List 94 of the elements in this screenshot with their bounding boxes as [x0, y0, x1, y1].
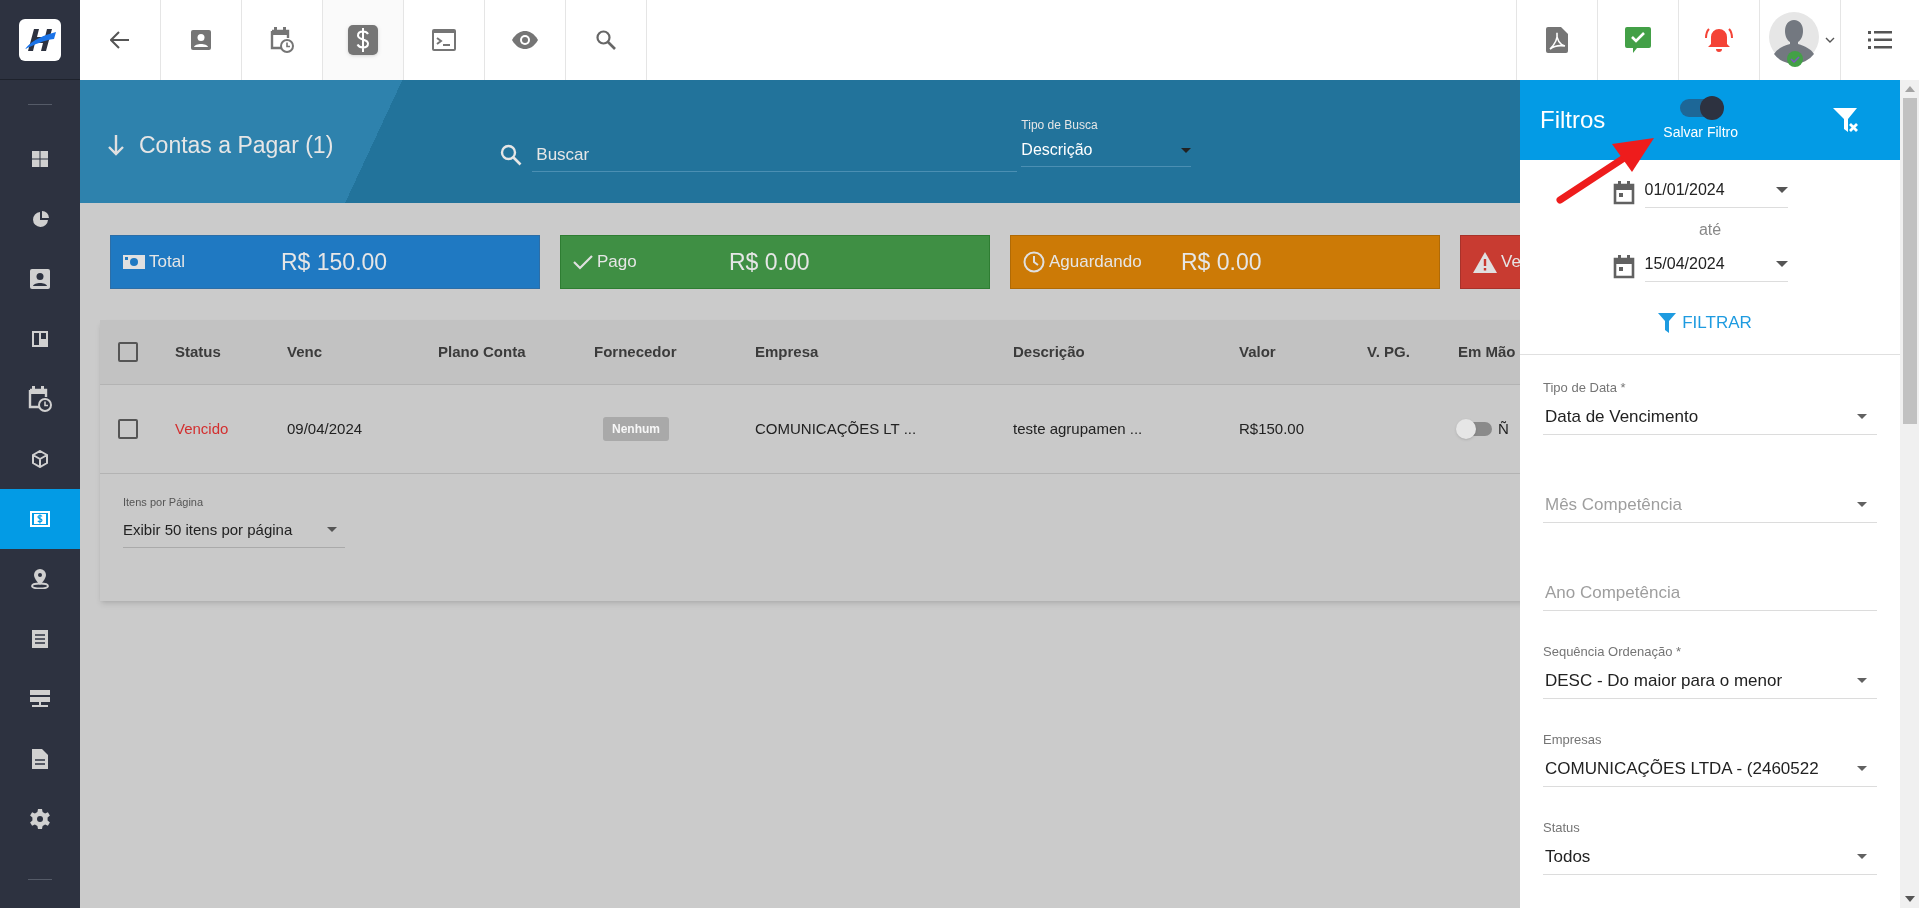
column-header: Plano Conta [438, 341, 527, 362]
save-filter-label: Salvar Filtro [1663, 123, 1739, 142]
date-field[interactable]: 15/04/2024 [1644, 252, 1788, 282]
calendar-icon [1612, 255, 1635, 279]
receipt-icon [32, 630, 48, 648]
cube-icon [31, 450, 49, 468]
dropdown-arrow-icon [1857, 678, 1867, 683]
eye-icon[interactable] [511, 31, 539, 49]
input-field[interactable]: Ano Competência [1545, 579, 1867, 606]
scrollbar-thumb[interactable] [1902, 98, 1917, 424]
banknote-icon [123, 255, 145, 269]
select-field[interactable]: Todos [1543, 839, 1877, 875]
date-field[interactable]: 01/01/2024 [1644, 178, 1788, 208]
clear-filter-icon[interactable] [1832, 106, 1860, 134]
chat-check-icon[interactable] [1625, 27, 1651, 53]
field-label: Status [1543, 818, 1581, 837]
money-icon [30, 511, 50, 527]
calendar-icon [1612, 181, 1635, 205]
save-filter-toggle[interactable] [1679, 99, 1722, 117]
column-header: V. PG. [1367, 341, 1411, 362]
table-cell: teste agrupamen ... [1013, 419, 1143, 437]
calendar-clock-icon [28, 386, 52, 412]
pdf-icon[interactable] [1546, 27, 1568, 53]
user-avatar[interactable] [1769, 12, 1821, 68]
date-separator: até [1698, 220, 1722, 240]
search-icon [500, 144, 523, 166]
items-per-page-select[interactable]: Itens por Página Exibir 50 itens por página [123, 494, 345, 548]
field-label: Tipo de Data * [1543, 378, 1627, 397]
column-header: Fornecedor [594, 341, 678, 362]
dropdown-arrow-icon [327, 527, 337, 533]
drawer-title: Filtros [1540, 105, 1606, 135]
column-header: Em Mão [1458, 341, 1517, 362]
page-title: Contas a Pagar (1) [139, 131, 334, 160]
select-all-checkbox[interactable] [118, 342, 138, 362]
dropdown-arrow-icon [1857, 502, 1867, 507]
select-field[interactable]: Mês Competência [1545, 491, 1857, 518]
checkmark-icon [573, 254, 593, 270]
search-type-select[interactable]: Tipo de Busca Descrição [1021, 116, 1192, 167]
card-value: R$ 150.00 [281, 247, 388, 277]
toggle-switch[interactable] [1458, 422, 1492, 436]
app-logo[interactable] [19, 18, 61, 61]
dropdown-arrow-icon [1775, 187, 1788, 193]
map-pin-icon [31, 569, 49, 589]
document-icon [32, 749, 48, 769]
filter-icon [1658, 312, 1677, 333]
calendar-clock-icon[interactable] [270, 27, 294, 53]
search-field[interactable]: Buscar [532, 138, 1018, 172]
card-label: Pago [597, 251, 638, 274]
card-value: R$ 0.00 [1181, 247, 1262, 277]
card-value: R$ 0.00 [729, 247, 810, 277]
clock-icon [1023, 251, 1045, 273]
field-label: Sequência Ordenação * [1543, 642, 1683, 661]
card-label: Ve [1501, 251, 1521, 274]
pie-chart-icon [31, 210, 49, 228]
dropdown-arrow-icon [1857, 766, 1867, 771]
column-header: Empresa [755, 341, 820, 362]
server-icon [30, 690, 50, 708]
board-icon [32, 331, 48, 347]
bell-icon[interactable] [1705, 27, 1733, 53]
column-header: Valor [1239, 341, 1277, 362]
dropdown-arrow-icon [1775, 261, 1788, 267]
select-field[interactable]: COMUNICAÇÕES LTDA - (2460522 [1543, 751, 1877, 787]
table-cell: R$150.00 [1239, 419, 1305, 437]
dropdown-arrow-icon [1181, 147, 1192, 153]
arrow-down-icon [107, 134, 125, 157]
dropdown-arrow-icon [1857, 414, 1867, 419]
table-cell: 09/04/2024 [287, 419, 363, 437]
column-header: Descrição [1013, 341, 1086, 362]
card-label: Aguardando [1049, 251, 1143, 274]
card-label: Total [149, 251, 186, 274]
select-field[interactable]: DESC - Do maior para o menor [1543, 663, 1877, 699]
terminal-icon[interactable] [432, 29, 456, 51]
row-checkbox[interactable] [118, 419, 138, 439]
select-field[interactable]: Data de Vencimento [1543, 399, 1877, 435]
column-header: Venc [287, 341, 324, 362]
list-icon[interactable] [1868, 31, 1892, 49]
contact-card-icon [30, 269, 50, 289]
dropdown-arrow-icon [1857, 854, 1867, 859]
table-cell: COMUNICAÇÕES LT ... [755, 419, 917, 437]
table-cell: Vencido [175, 419, 229, 437]
field-label: Empresas [1543, 730, 1603, 749]
search-icon[interactable] [596, 30, 616, 50]
warning-icon [1473, 251, 1497, 273]
scrollbar[interactable] [1900, 80, 1919, 908]
supplier-badge: Nenhum [603, 417, 669, 441]
toggle-label: Ñ [1498, 418, 1509, 439]
column-header: Status [175, 341, 222, 362]
chevron-down-icon[interactable] [1825, 37, 1835, 43]
grid-icon [32, 151, 48, 167]
settings-icon [30, 809, 50, 829]
contact-card-icon[interactable] [191, 30, 211, 50]
arrow-left-icon[interactable] [110, 31, 130, 49]
scroll-down-icon[interactable] [1904, 896, 1915, 902]
dollar-icon[interactable] [348, 25, 378, 55]
